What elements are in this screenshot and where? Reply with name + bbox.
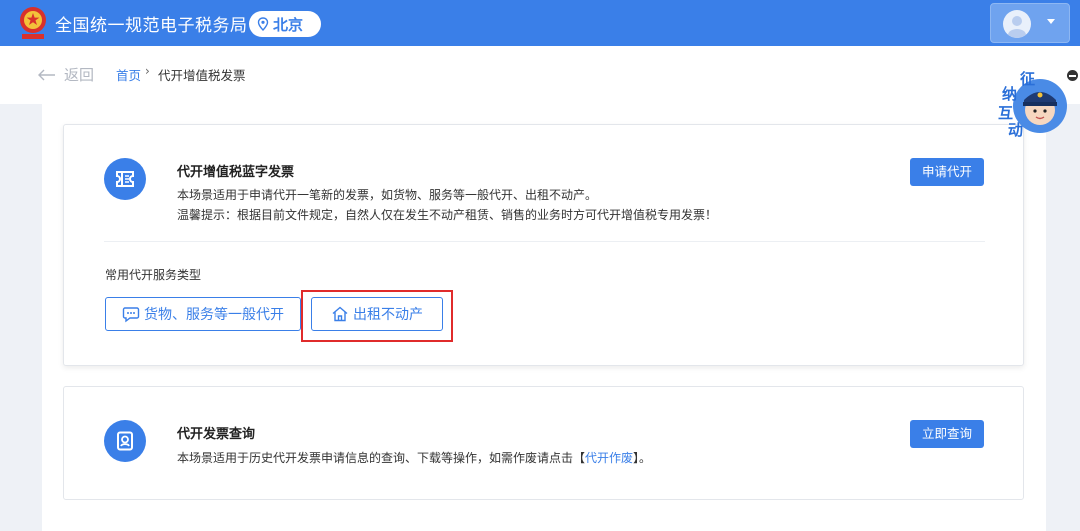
user-menu[interactable] [990, 3, 1070, 43]
blue-invoice-title: 代开增值税蓝字发票 [177, 165, 295, 180]
back-button[interactable]: 返回 [38, 64, 94, 85]
national-emblem-icon [20, 7, 46, 39]
chat-bubble-icon [122, 307, 140, 323]
location-pin-icon [257, 17, 269, 31]
blue-invoice-description: 本场景适用于申请代开一笔新的发票，如货物、服务等一般代开、出租不动产。 [177, 188, 598, 202]
city-selector[interactable]: 北京 [249, 11, 321, 37]
breadcrumb-current: 代开增值税发票 [158, 68, 246, 83]
blue-invoice-card: 代开增值税蓝字发票 本场景适用于申请代开一笔新的发票，如货物、服务等一般代开、出… [63, 124, 1024, 366]
invoice-query-card: 代开发票查询 本场景适用于历史代开发票申请信息的查询、下载等操作，如需作废请点击… [63, 386, 1024, 500]
helper-widget[interactable]: 征 纳 互 动 [996, 70, 1072, 140]
card-divider [104, 241, 985, 242]
apply-invoice-button[interactable]: 申请代开 [910, 158, 985, 186]
blue-invoice-tip: 温馨提示：根据目前文件规定，自然人仅在发生不动产租赁、销售的业务时方可代开增值税… [177, 208, 718, 222]
breadcrumb-home[interactable]: 首页 [116, 65, 141, 84]
query-description-prefix: 本场景适用于历史代开发票申请信息的查询、下载等操作，如需作废请点击【 [177, 451, 586, 465]
query-description-suffix: 】。 [633, 451, 652, 465]
helper-char-2: 纳 [1002, 85, 1018, 103]
query-title: 代开发票查询 [177, 427, 256, 442]
helper-char-4: 动 [1008, 121, 1024, 139]
breadcrumb-separator: › [145, 64, 150, 78]
user-avatar-icon [1003, 10, 1031, 38]
site-title[interactable]: 全国统一规范电子税务局 [55, 11, 248, 36]
query-description: 本场景适用于历史代开发票申请信息的查询、下载等操作，如需作废请点击【代开作废】。 [177, 449, 651, 466]
query-now-button[interactable]: 立即查询 [910, 420, 985, 448]
search-document-icon [104, 420, 146, 462]
services-label: 常用代开服务类型 [105, 268, 202, 282]
back-label: 返回 [64, 66, 95, 84]
general-invoice-label: 货物、服务等一般代开 [144, 307, 284, 323]
general-invoice-button[interactable]: 货物、服务等一般代开 [105, 297, 301, 331]
helper-char-1: 征 [1020, 70, 1036, 88]
breadcrumb-bar: 返回 首页 › 代开增值税发票 [0, 46, 1080, 104]
caret-down-icon [1047, 19, 1055, 24]
top-header: 全国统一规范电子税务局 北京 [0, 0, 1080, 46]
helper-close-icon[interactable] [1067, 70, 1078, 81]
highlight-box [301, 290, 453, 342]
arrow-left-icon [38, 69, 55, 80]
void-invoice-link[interactable]: 代开作废 [585, 451, 633, 465]
ticket-icon [104, 158, 146, 200]
city-name: 北京 [273, 15, 304, 34]
